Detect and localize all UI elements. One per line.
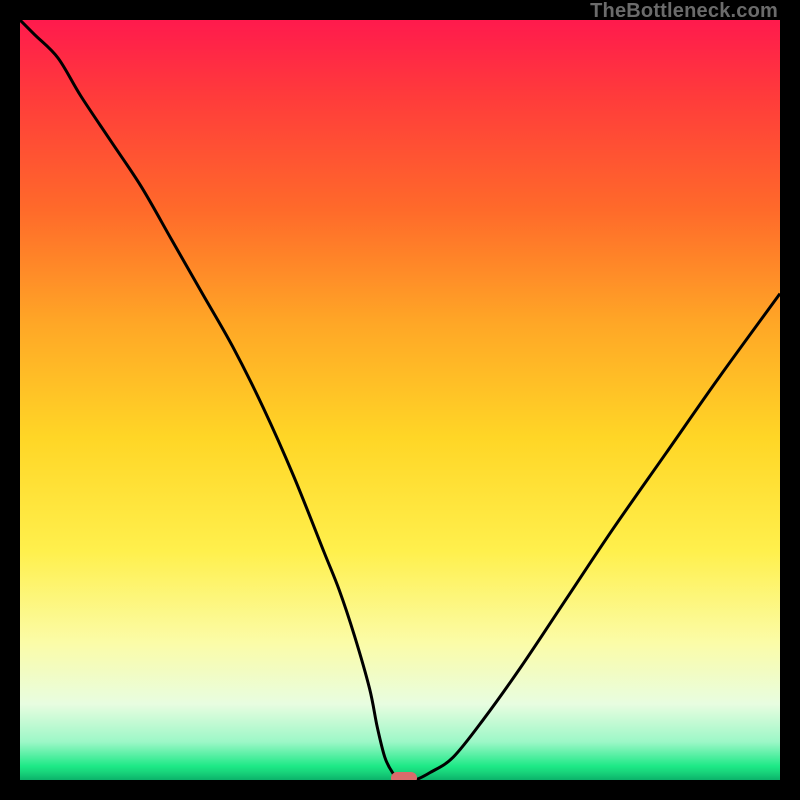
chart-frame: TheBottleneck.com	[0, 0, 800, 800]
optimum-marker	[391, 772, 418, 780]
plot-area	[20, 20, 780, 780]
bottleneck-curve	[20, 20, 780, 780]
